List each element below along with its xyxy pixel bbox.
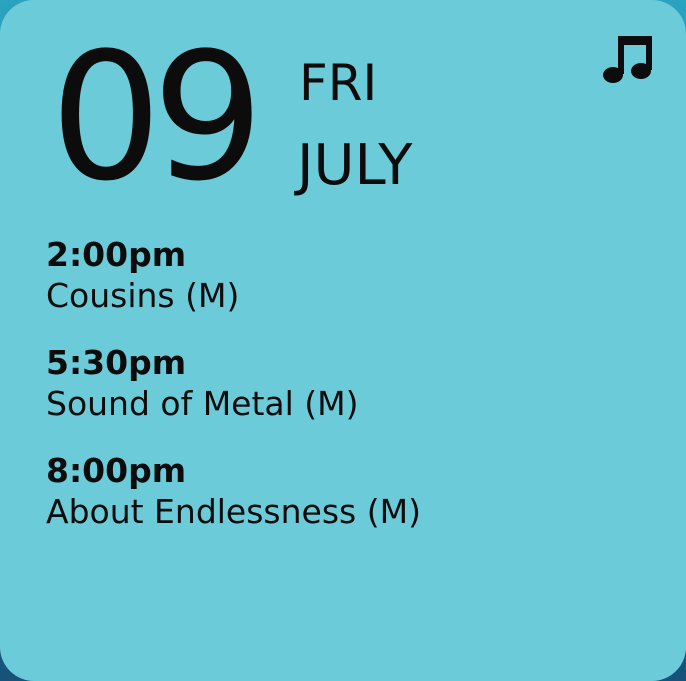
- event-item[interactable]: 2:00pm Cousins (M): [46, 236, 646, 318]
- event-time: 8:00pm: [46, 451, 187, 490]
- event-time: 2:00pm: [46, 235, 187, 274]
- event-title: Cousins (M): [46, 276, 240, 315]
- event-item[interactable]: 8:00pm About Endlessness (M): [46, 452, 646, 534]
- event-list: 2:00pm Cousins (M) 5:30pm Sound of Metal…: [46, 236, 646, 560]
- event-title: Sound of Metal (M): [46, 384, 359, 423]
- weekday-label: FRI: [299, 54, 378, 112]
- calendar-widget[interactable]: 09 FRI JULY 2:00pm Cousins (M) 5:30pm So…: [0, 0, 686, 681]
- event-title: About Endlessness (M): [46, 492, 421, 531]
- day-number: 09: [50, 15, 264, 220]
- event-time: 5:30pm: [46, 343, 187, 382]
- event-item[interactable]: 5:30pm Sound of Metal (M): [46, 344, 646, 426]
- music-note-icon[interactable]: [598, 32, 658, 88]
- month-label: JULY: [297, 133, 413, 198]
